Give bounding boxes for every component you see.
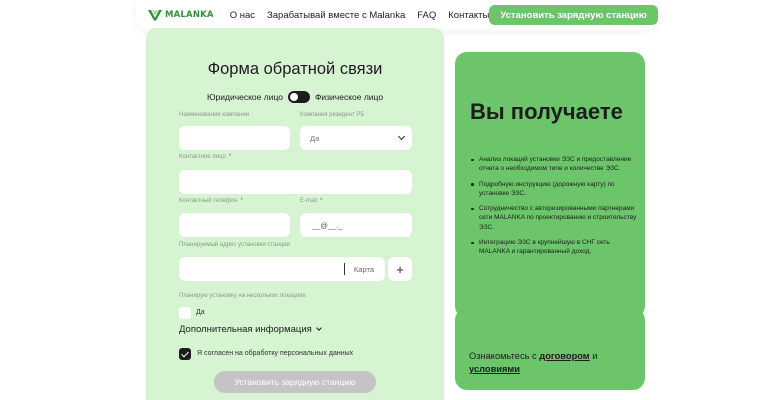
terms-card: Ознакомьтесь с договором и условиями <box>455 308 645 390</box>
list-item: Интеграцию ЭЗС в крупнейшую в СНГ сеть M… <box>470 238 638 257</box>
company-name-label: Наименование компании <box>179 112 250 118</box>
logo-text: MALANKA <box>165 10 214 20</box>
main-nav: О нас Зарабатывай вместе с Malanka FAQ К… <box>230 10 490 21</box>
submit-button[interactable]: Установить зарядную станцию <box>214 371 376 393</box>
entity-toggle[interactable] <box>287 91 310 103</box>
benefits-list: Анализ локаций установки ЭЗС и предостав… <box>470 155 638 263</box>
logo[interactable]: MALANKA <box>148 9 214 21</box>
multi-location-option: Да <box>196 309 205 316</box>
legal-entity-label: Юридическое лицо <box>206 92 283 102</box>
consent-label: Я согласен на обработку персональных дан… <box>197 350 354 357</box>
company-name-input[interactable] <box>179 126 290 150</box>
entity-type-switch: Юридическое лицо Физическое лицо <box>146 91 444 103</box>
address-label: Планируемый адрес установки станции <box>179 242 290 248</box>
resident-select-value: Да <box>310 133 320 143</box>
install-station-button[interactable]: Установить зарядную станцию <box>489 5 658 25</box>
email-input[interactable]: __@__._ <box>300 213 412 237</box>
malanka-v-logo-icon <box>148 9 162 21</box>
form-title: Форма обратной связи <box>207 60 383 78</box>
top-navbar: MALANKA О нас Зарабатывай вместе с Malan… <box>136 0 658 30</box>
contact-person-input[interactable] <box>179 170 412 194</box>
nav-link-contacts[interactable]: Контакты <box>448 10 489 21</box>
contact-person-label: Контактное лицо * <box>179 154 232 160</box>
email-placeholder: __@__._ <box>312 220 343 230</box>
list-item: Подробную инструкцию (дорожную карту) по… <box>470 180 638 199</box>
conditions-link[interactable]: условиями <box>469 364 520 374</box>
multi-location-checkbox[interactable] <box>179 307 191 319</box>
benefits-title: Вы получаете <box>470 99 623 124</box>
additional-info-toggle[interactable]: Дополнительная информация <box>179 324 322 335</box>
terms-text: Ознакомьтесь с договором и условиями <box>469 351 598 374</box>
email-label: E-mail * <box>300 198 323 204</box>
additional-info-label: Дополнительная информация <box>179 324 312 335</box>
resident-label: Компания резидент РБ <box>300 112 365 118</box>
nav-link-faq[interactable]: FAQ <box>417 10 436 21</box>
benefits-card: Вы получаете Анализ локаций установки ЭЗ… <box>455 52 645 318</box>
chevron-down-icon <box>315 325 322 331</box>
phone-label: Контактный телефон * <box>179 198 243 204</box>
nav-link-about[interactable]: О нас <box>230 10 255 21</box>
consent-checkbox[interactable] <box>179 348 191 360</box>
contract-link[interactable]: договором <box>539 351 589 361</box>
map-button[interactable]: Карта <box>354 257 374 281</box>
phone-input[interactable] <box>179 213 290 237</box>
multi-location-label: Планирую установку на нескольких локация… <box>179 293 306 299</box>
individual-label: Физическое лицо <box>314 92 384 102</box>
page: MALANKA О нас Зарабатывай вместе с Malan… <box>0 0 780 400</box>
chevron-down-icon <box>397 132 406 141</box>
list-item: Сотрудничество с авторизированными партн… <box>470 204 638 232</box>
nav-link-earn[interactable]: Зарабатывай вместе с Malanka <box>267 10 405 21</box>
address-input[interactable]: Карта <box>179 257 385 281</box>
divider <box>344 263 345 275</box>
list-item: Анализ локаций установки ЭЗС и предостав… <box>470 155 638 174</box>
feedback-form: Форма обратной связи Юридическое лицо Фи… <box>146 28 444 400</box>
add-address-button[interactable]: + <box>388 257 412 281</box>
resident-select[interactable]: Да <box>300 126 412 150</box>
